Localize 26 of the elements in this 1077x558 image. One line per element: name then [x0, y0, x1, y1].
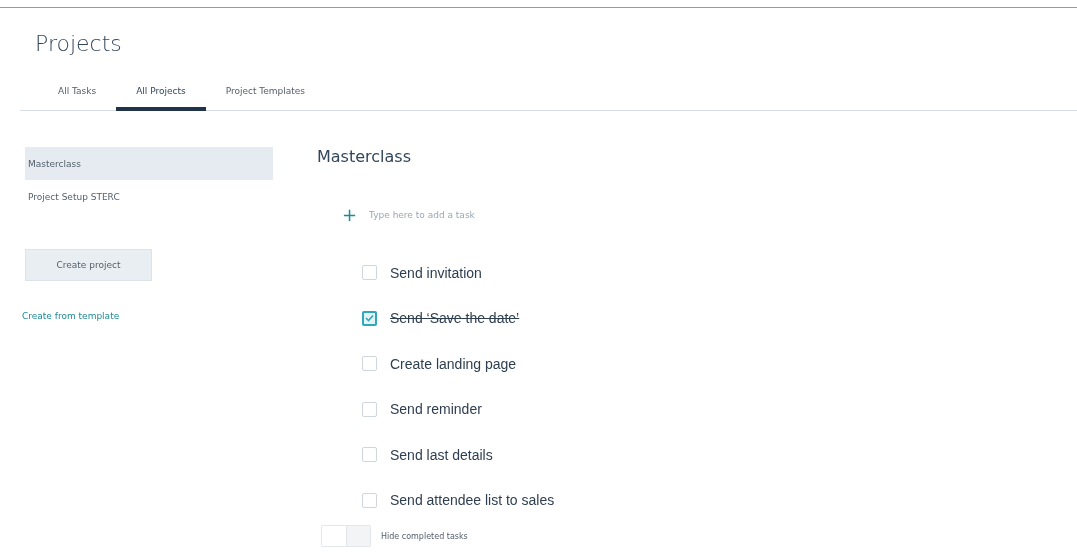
- task-label: Create landing page: [390, 355, 517, 372]
- task-label: Send reminder: [390, 401, 482, 418]
- page-title: Projects: [35, 31, 122, 56]
- checkbox[interactable]: [362, 356, 377, 372]
- task-label: Send last details: [390, 446, 493, 463]
- tab[interactable]: Project Templates: [205, 78, 326, 111]
- sidebar-item[interactable]: Project Setup STERC: [25, 180, 273, 213]
- tab[interactable]: All Projects: [116, 78, 206, 111]
- plus-icon[interactable]: +: [342, 206, 358, 224]
- task-label: Send ‘Save the date’: [390, 310, 520, 327]
- checkbox[interactable]: [362, 310, 377, 326]
- checkbox[interactable]: [362, 265, 377, 281]
- sidebar-item[interactable]: Masterclass: [25, 147, 273, 180]
- add-task-field[interactable]: Type here to add a task: [367, 209, 572, 221]
- template-link[interactable]: Create from template: [22, 311, 120, 321]
- toggle-label: Hide completed tasks: [381, 531, 468, 541]
- checkbox[interactable]: [362, 492, 377, 508]
- check-icon: [365, 314, 374, 323]
- project-title: Masterclass: [317, 147, 411, 166]
- checkbox[interactable]: [362, 447, 377, 463]
- create-project-button[interactable]: Create project: [25, 249, 152, 281]
- toggle-switch[interactable]: [321, 525, 371, 547]
- task-label: Send attendee list to sales: [390, 492, 555, 509]
- tab[interactable]: All Tasks: [38, 78, 117, 111]
- checkbox[interactable]: [362, 401, 377, 417]
- task-label: Send invitation: [390, 264, 482, 281]
